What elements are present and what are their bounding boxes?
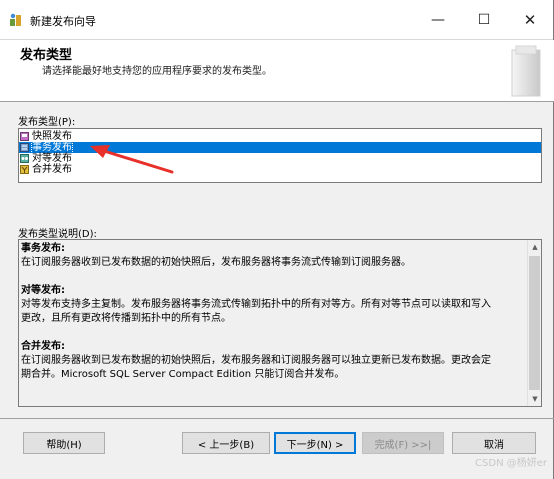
peer-to-peer-publication-icon (20, 154, 29, 163)
desc-line: 对等发布支持多主复制。发布服务器将事务流式传输到拓扑中的所有对等方。所有对等节点… (21, 299, 491, 310)
list-item-snapshot[interactable]: 快照发布 (19, 131, 541, 142)
desc-line: 期合并。Microsoft SQL Server Compact Edition… (21, 369, 345, 380)
description-scrollbar[interactable]: ▲ ▼ (527, 240, 541, 406)
footer-divider (0, 418, 554, 419)
page-subtitle: 请选择能最好地支持您的应用程序要求的发布类型。 (42, 66, 272, 77)
description-panel[interactable]: 事务发布: 在订阅服务器收到已发布数据的初始快照后，发布服务器将事务流式传输到订… (18, 239, 542, 407)
scroll-down-icon[interactable]: ▼ (528, 392, 541, 406)
desc-heading-transactional: 事务发布: (21, 243, 65, 254)
desc-line: 在订阅服务器收到已发布数据的初始快照后，发布服务器将事务流式传输到订阅服务器。 (21, 257, 411, 268)
finish-button[interactable]: 完成(F) >>| (362, 432, 444, 454)
description-text: 事务发布: 在订阅服务器收到已发布数据的初始快照后，发布服务器将事务流式传输到订… (19, 242, 527, 382)
desc-heading-merge: 合并发布: (21, 341, 65, 352)
desc-line: 在订阅服务器收到已发布数据的初始快照后，发布服务器和订阅服务器可以独立更新已发布… (21, 355, 491, 366)
wizard-header: 发布类型 请选择能最好地支持您的应用程序要求的发布类型。 (0, 40, 554, 102)
watermark: CSDN @杨妍er (475, 458, 547, 469)
snapshot-publication-icon (20, 132, 29, 141)
scrollbar-thumb[interactable] (529, 256, 540, 390)
cancel-button[interactable]: 取消 (452, 432, 536, 454)
list-item-label: 事务发布 (31, 141, 73, 154)
scroll-up-icon[interactable]: ▲ (528, 240, 541, 254)
list-item-transactional[interactable]: 事务发布 (19, 141, 541, 154)
new-publication-wizard-window: 新建发布向导 — ☐ ✕ 发布类型 请选择能最好地支持您的应用程序要求的发布类型… (0, 0, 554, 479)
maximize-icon[interactable]: ☐ (461, 0, 507, 40)
list-item-peer-to-peer[interactable]: 对等发布 (19, 153, 541, 164)
desc-line: 更改，且所有更改将传播到拓扑中的所有节点。 (21, 313, 231, 324)
desc-heading-peer-to-peer: 对等发布: (21, 285, 65, 296)
next-button[interactable]: 下一步(N) > (274, 432, 356, 454)
close-icon[interactable]: ✕ (507, 0, 553, 40)
wizard-banner-icon (511, 45, 541, 97)
publication-type-list[interactable]: 快照发布 事务发布 对等发布 合并发布 (18, 128, 542, 183)
transactional-publication-icon (20, 143, 29, 152)
description-label: 发布类型说明(D): (18, 229, 97, 240)
title-bar[interactable]: 新建发布向导 — ☐ ✕ (0, 0, 553, 40)
page-title: 发布类型 (20, 48, 73, 63)
list-item-label: 对等发布 (32, 153, 72, 164)
list-item-label: 快照发布 (32, 131, 72, 142)
minimize-icon[interactable]: — (415, 0, 461, 40)
list-item-merge[interactable]: 合并发布 (19, 164, 541, 175)
publication-type-label: 发布类型(P): (18, 117, 76, 128)
window-title: 新建发布向导 (30, 15, 96, 28)
back-button[interactable]: < 上一步(B) (182, 432, 270, 454)
list-item-label: 合并发布 (32, 164, 72, 175)
help-button[interactable]: 帮助(H) (23, 432, 105, 454)
wizard-app-icon (10, 13, 21, 26)
merge-publication-icon (20, 165, 29, 174)
